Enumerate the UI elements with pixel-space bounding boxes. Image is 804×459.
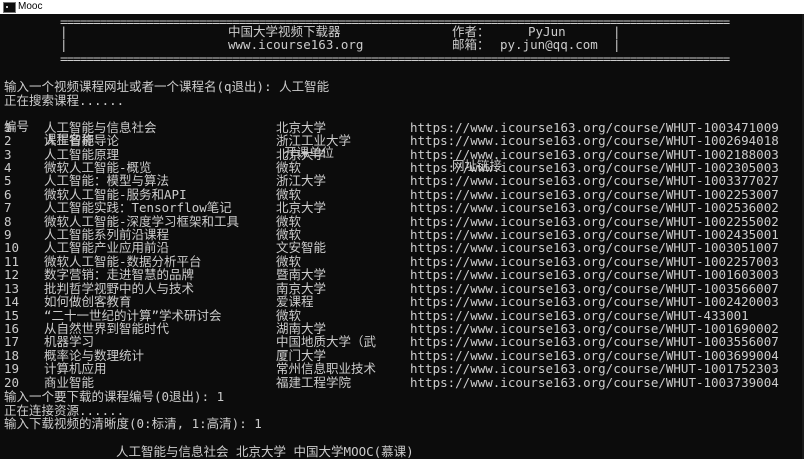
row-url: https://www.icourse163.org/course/WHUT-1… (410, 173, 779, 188)
searching-line: 正在搜索课程...... (4, 93, 125, 108)
banner-email-label: 邮箱： (452, 37, 490, 52)
table-row: 14 如何做创客教育 爱课程 https://www.icourse163.org/c… (0, 295, 804, 308)
row-no: 2 (4, 133, 12, 148)
row-unit: 福建工程学院 (276, 375, 352, 390)
window-title: Mooc (18, 1, 43, 12)
row-url: https://www.icourse163.org/course/WHUT-1… (410, 267, 779, 282)
row-url: https://www.icourse163.org/course/WHUT-1… (410, 375, 779, 390)
banner-pipe-right-2: | (613, 37, 621, 52)
row-url: https://www.icourse163.org/course/WHUT-1… (410, 133, 779, 148)
window-titlebar[interactable]: Mooc (0, 0, 804, 14)
row-name: 如何做创客教育 (44, 294, 132, 309)
row-unit: 北京大学 (276, 200, 327, 215)
table-row: 20 商业智能 福建工程学院 https://www.icourse163.org/c… (0, 376, 804, 389)
banner-email: py.jun@qq.com (500, 37, 598, 52)
row-unit: 文安智能 (276, 240, 327, 255)
console-app-icon (3, 2, 16, 13)
table-row: 12 数字营销：走进智慧的品牌 暨南大学 https://www.icourse163… (0, 268, 804, 281)
row-url: https://www.icourse163.org/course/WHUT-1… (410, 200, 779, 215)
table-row: 17 机器学习 中国地质大学（武 https://www.icourse163.org… (0, 335, 804, 348)
row-unit: 浙江大学 (276, 173, 327, 188)
row-no: 20 (4, 375, 20, 390)
row-name: 计算机应用 (44, 361, 107, 376)
row-no: 14 (4, 294, 20, 309)
row-url: https://www.icourse163.org/course/WHUT-1… (410, 334, 779, 349)
table-row: 2 人工智能导论 浙江工业大学 https://www.icourse163.org/… (0, 134, 804, 147)
row-no: 19 (4, 361, 20, 376)
row-name: 人工智能：模型与算法 (44, 173, 170, 188)
row-name: 机器学习 (44, 334, 95, 349)
course-info-line: 人工智能与信息社会 北京大学 中国大学MOOC(慕课) (116, 444, 414, 459)
row-no: 17 (4, 334, 20, 349)
banner-separator-bottom: ========================================… (60, 51, 730, 66)
row-unit: 爱课程 (276, 294, 314, 309)
banner-separator-top: ========================================… (60, 14, 730, 29)
row-no: 5 (4, 173, 12, 188)
table-row: 10 人工智能产业应用前沿 文安智能 https://www.icourse163.o… (0, 241, 804, 254)
row-no: 10 (4, 240, 20, 255)
row-unit: 暨南大学 (276, 267, 327, 282)
table-row: 19 计算机应用 常州信息职业技术 https://www.icourse163.or… (0, 362, 804, 375)
row-name: 人工智能实践：Tensorflow笔记 (44, 200, 232, 215)
prompt-number-line: 输入一个要下载的课程编号(0退出): 1 (4, 389, 225, 404)
banner-url: www.icourse163.org (228, 37, 364, 52)
prompt-course-line: 输入一个视频课程网址或者一个课程名(q退出): 人工智能 (4, 79, 330, 94)
prompt-quality-line: 输入下载视频的清晰度(0:标清, 1:高清): 1 (4, 416, 262, 431)
row-name: 人工智能产业应用前沿 (44, 240, 170, 255)
row-url: https://www.icourse163.org/course/WHUT-1… (410, 294, 779, 309)
table-row: 5 人工智能：模型与算法 浙江大学 https://www.icourse163.or… (0, 174, 804, 187)
table-row: 7 人工智能实践：Tensorflow笔记 北京大学 https://www.icou… (0, 201, 804, 214)
row-name: 商业智能 (44, 375, 95, 390)
console-output[interactable]: ========================================… (0, 14, 804, 459)
row-no: 12 (4, 267, 20, 282)
results-header-row: 编号 课程名称 开课单位 网址链接 (0, 107, 804, 172)
row-name: 人工智能导论 (44, 133, 120, 148)
banner-pipe-left-2: | (60, 37, 68, 52)
row-unit: 中国地质大学（武 (276, 334, 377, 349)
row-no: 7 (4, 200, 12, 215)
row-unit: 浙江工业大学 (276, 133, 352, 148)
row-url: https://www.icourse163.org/course/WHUT-1… (410, 361, 779, 376)
row-url: https://www.icourse163.org/course/WHUT-1… (410, 240, 779, 255)
row-unit: 常州信息职业技术 (276, 361, 377, 376)
row-name: 数字营销：走进智慧的品牌 (44, 267, 195, 282)
